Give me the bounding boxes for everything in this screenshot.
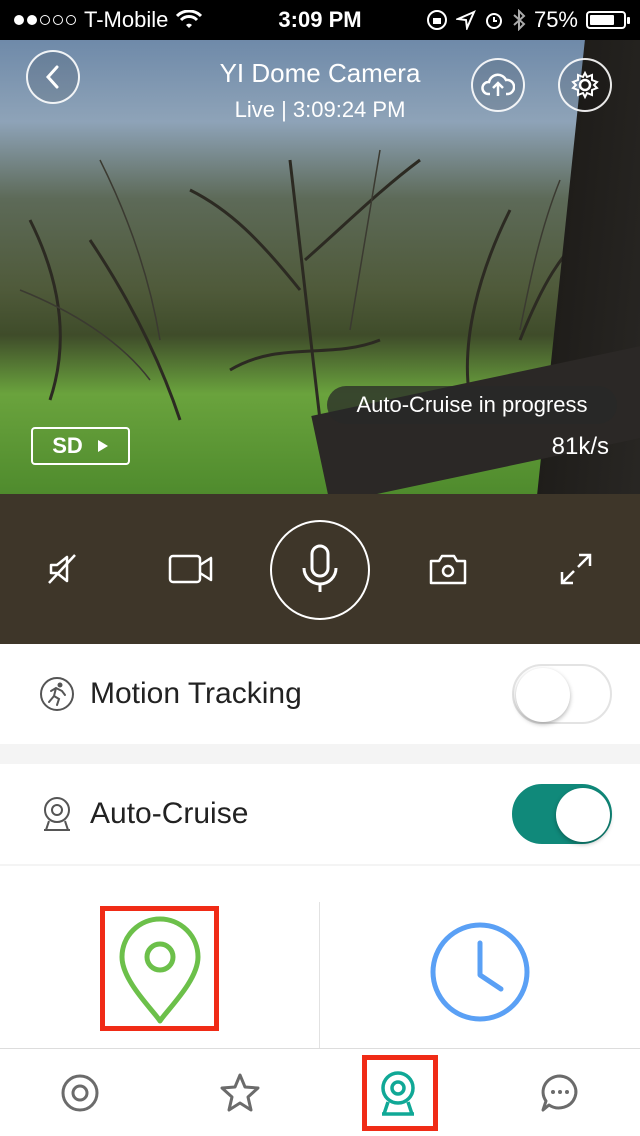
microphone-icon [302, 544, 338, 592]
battery-percent: 75% [533, 7, 578, 32]
snapshot-icon [429, 554, 467, 585]
status-left: T-Mobile [14, 7, 203, 33]
signal-strength-icon [14, 15, 76, 25]
play-triangle-icon [97, 440, 108, 452]
camera-control-bar [0, 494, 640, 644]
clock-icon [430, 922, 530, 1022]
tab-messages[interactable] [530, 1063, 590, 1123]
highlight-location-tile [100, 906, 219, 1031]
back-button[interactable] [26, 50, 80, 104]
motion-tracking-toggle[interactable] [512, 664, 612, 724]
chevron-left-icon [45, 65, 59, 89]
record-video-button[interactable] [166, 544, 216, 594]
home-tab-icon [61, 1074, 99, 1112]
camera-title: YI Dome Camera [219, 58, 421, 88]
highlight-camera-tab [362, 1055, 438, 1131]
motion-tracking-label: Motion Tracking [90, 677, 302, 710]
toggle-knob [556, 788, 610, 842]
fullscreen-icon [560, 553, 592, 585]
alarm-icon [485, 13, 502, 29]
messages-tab-icon [541, 1074, 578, 1112]
wifi-icon [176, 10, 203, 28]
tab-favorites[interactable] [210, 1063, 270, 1123]
bitrate-readout: 81k/s [551, 433, 609, 460]
auto-cruise-label: Auto-Cruise [90, 797, 249, 830]
cloud-upload-button[interactable] [471, 58, 525, 112]
mute-button[interactable] [38, 544, 88, 594]
sd-quality-button[interactable]: SD [31, 427, 130, 465]
live-timestamp: Live | 3:09:24 PM [234, 97, 406, 122]
cruise-status-pill: Auto-Cruise in progress [327, 386, 617, 424]
snapshot-button[interactable] [423, 544, 473, 594]
gear-icon [571, 70, 599, 100]
tile-divider [319, 902, 320, 1048]
auto-cruise-row: Auto-Cruise [0, 764, 640, 864]
mute-icon [48, 554, 76, 584]
webcam-icon [44, 797, 70, 831]
auto-cruise-toggle[interactable] [512, 784, 612, 844]
fullscreen-button[interactable] [551, 544, 601, 594]
schedule-button[interactable] [428, 920, 532, 1024]
tab-bar [0, 1048, 640, 1136]
bluetooth-icon [513, 9, 526, 31]
settings-button[interactable] [558, 58, 612, 112]
status-right: 75% [426, 7, 630, 33]
motion-tracking-row: Motion Tracking [0, 644, 640, 744]
running-person-icon [40, 677, 74, 711]
battery-icon [586, 11, 630, 29]
favorites-tab-icon [220, 1073, 260, 1112]
tab-home[interactable] [50, 1063, 110, 1123]
toggle-knob [516, 668, 570, 722]
rotation-lock-icon [426, 10, 447, 30]
talk-button[interactable] [270, 520, 370, 620]
record-video-icon [168, 554, 213, 584]
carrier-label: T-Mobile [84, 7, 169, 32]
cruise-mode-tiles [0, 866, 640, 1048]
battery-level [590, 15, 614, 25]
location-arrow-icon [455, 10, 476, 30]
sd-label: SD [52, 433, 83, 458]
cloud-upload-icon [481, 73, 515, 96]
status-bar: T-Mobile 3:09 PM 75% [0, 0, 640, 40]
